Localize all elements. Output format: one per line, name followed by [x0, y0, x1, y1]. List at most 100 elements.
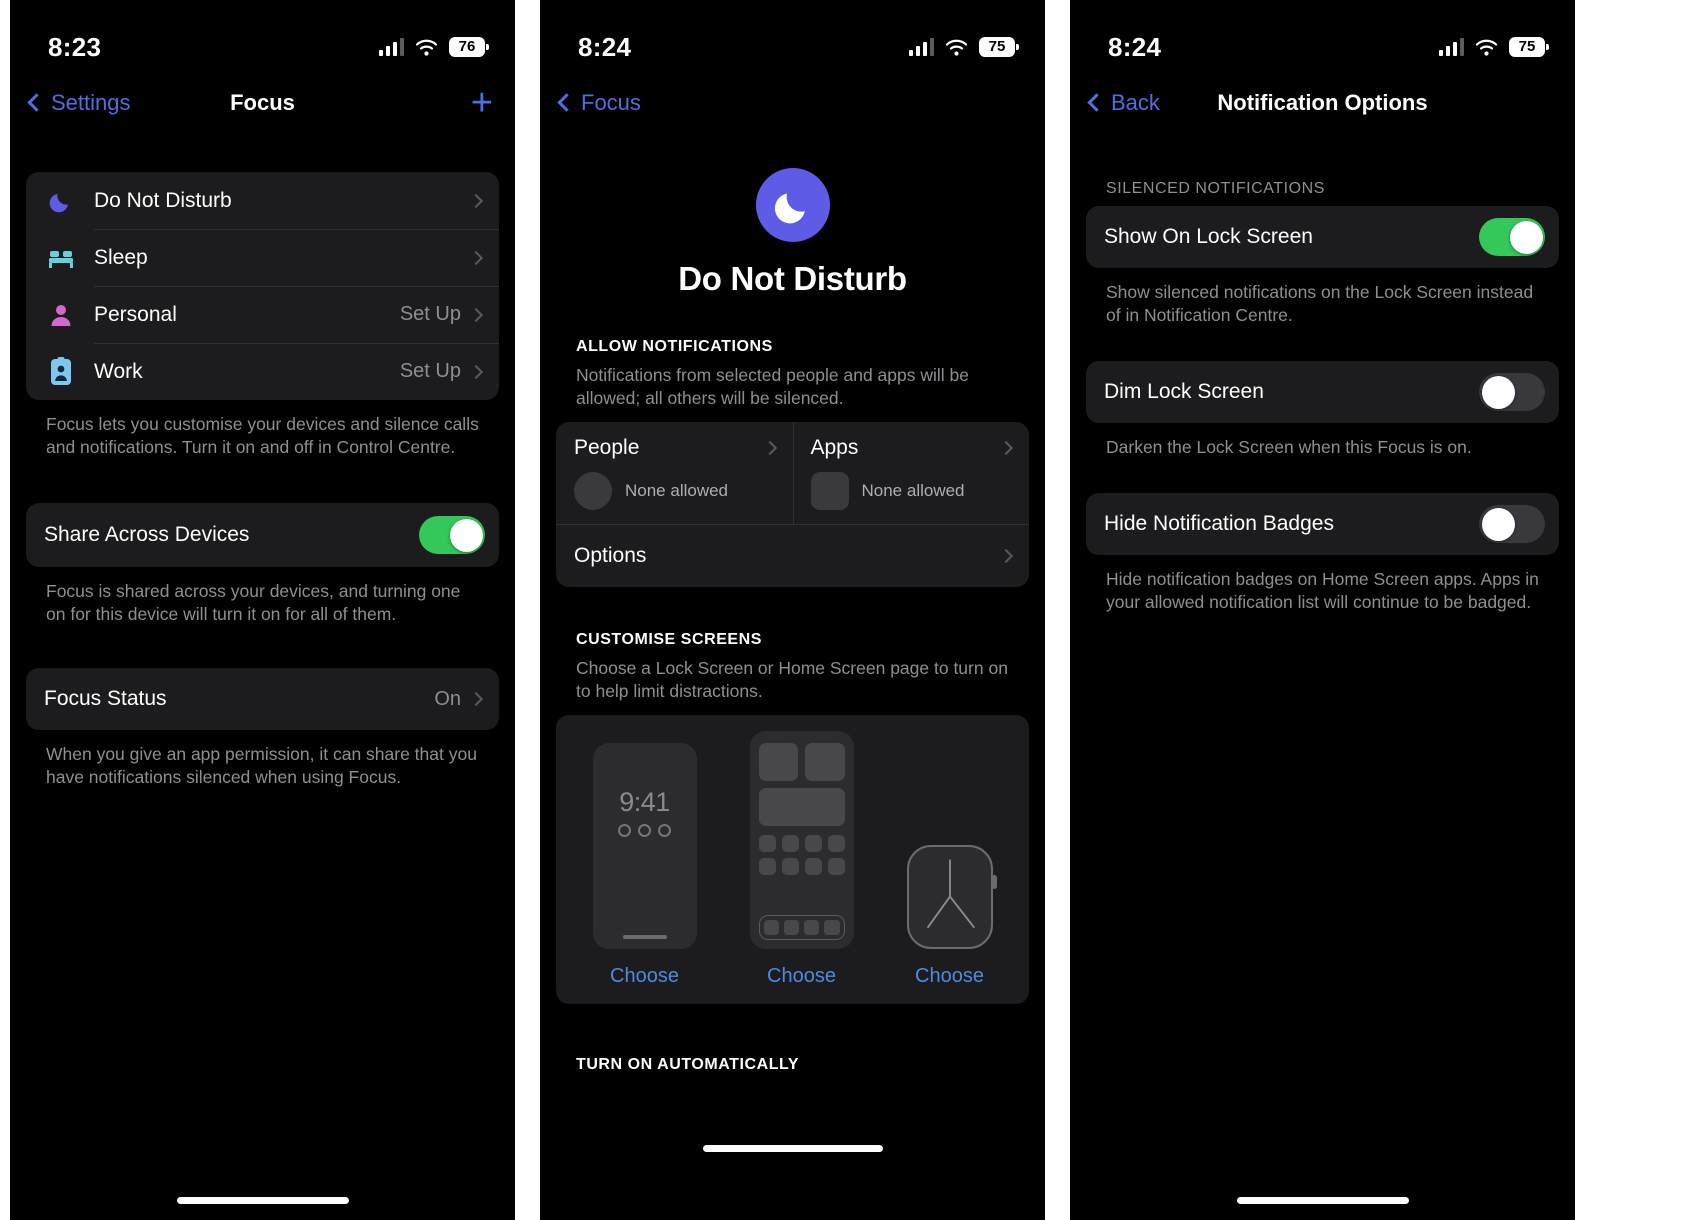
- home-app-grid-icon: [758, 835, 845, 876]
- focus-status-value: On: [434, 687, 461, 710]
- list-item-value: Set Up: [399, 360, 461, 382]
- chevron-right-icon: [468, 364, 484, 379]
- list-item-label: Sleep: [94, 245, 148, 269]
- row-dim-lock-screen[interactable]: Dim Lock Screen: [1086, 361, 1559, 423]
- chevron-right-icon: [998, 441, 1014, 456]
- row-label: Show On Lock Screen: [1104, 225, 1313, 248]
- status-indicators: 75: [1438, 37, 1545, 57]
- chevron-left-icon: [1087, 93, 1106, 112]
- back-button-settings[interactable]: Settings: [27, 90, 131, 116]
- moon-icon: [44, 184, 78, 218]
- choose-watch-face-label[interactable]: Choose: [915, 965, 984, 988]
- status-time: 8:23: [48, 31, 102, 62]
- chevron-right-icon: [998, 549, 1014, 564]
- status-indicators: 76: [378, 37, 485, 57]
- nav-bar: Back Notification Options: [1070, 72, 1575, 134]
- dim-lock-screen-footnote: Darken the Lock Screen when this Focus i…: [1106, 437, 1472, 458]
- people-title: People: [574, 436, 640, 460]
- customise-screens-subtext: Choose a Lock Screen or Home Screen page…: [576, 658, 1008, 702]
- group-hide-notification-badges: Hide Notification Badges: [1086, 493, 1559, 556]
- row-label: Hide Notification Badges: [1104, 512, 1334, 536]
- clock-hands-icon: [926, 859, 975, 929]
- turn-on-automatically-heading: TURN ON AUTOMATICALLY: [576, 1056, 800, 1074]
- wifi-icon: [945, 39, 968, 56]
- back-button[interactable]: Back: [1087, 90, 1160, 116]
- focus-hero: Do Not Disturb: [540, 134, 1045, 298]
- list-item-personal[interactable]: Personal Set Up: [26, 286, 499, 343]
- chevron-right-icon: [468, 250, 484, 265]
- status-bar: 8:23 76: [10, 0, 515, 72]
- customise-screens-heading: CUSTOMISE SCREENS: [576, 631, 762, 649]
- cell-apps[interactable]: Apps None allowed: [792, 422, 1030, 525]
- row-share-across-devices[interactable]: Share Across Devices: [26, 503, 499, 567]
- hide-notification-badges-footnote: Hide notification badges on Home Screen …: [1106, 569, 1539, 613]
- phone-screen-notification-options: 8:24 75 Back Notification Options SILENC…: [1070, 0, 1575, 1220]
- add-focus-button[interactable]: +: [471, 84, 493, 122]
- status-time: 8:24: [578, 31, 632, 62]
- choose-home-screen[interactable]: Choose: [749, 731, 854, 988]
- chevron-right-icon: [762, 441, 777, 456]
- dim-lock-screen-toggle[interactable]: [1479, 373, 1545, 412]
- share-across-devices-toggle[interactable]: [419, 516, 485, 555]
- list-item-value: Set Up: [399, 303, 461, 325]
- list-item-do-not-disturb[interactable]: Do Not Disturb: [26, 172, 499, 229]
- chevron-right-icon: [468, 692, 484, 707]
- id-badge-icon: [44, 355, 78, 389]
- choose-home-screen-label[interactable]: Choose: [767, 965, 836, 988]
- hide-notification-badges-toggle[interactable]: [1479, 505, 1545, 544]
- status-time: 8:24: [1108, 31, 1162, 62]
- choose-lock-screen[interactable]: 9:41 Choose: [592, 743, 697, 988]
- lock-screen-thumbnail: 9:41: [592, 743, 697, 950]
- chevron-right-icon: [468, 193, 484, 208]
- focus-content: Do Not Disturb Sleep Personal Set Up Wor…: [10, 172, 515, 790]
- chevron-left-icon: [27, 93, 46, 112]
- home-wide-widget-icon: [758, 788, 845, 827]
- people-value: None allowed: [625, 481, 729, 501]
- cellular-bars-icon: [1438, 38, 1464, 56]
- row-options[interactable]: Options: [556, 525, 1029, 587]
- home-indicator: [1236, 1197, 1409, 1204]
- apps-title: Apps: [810, 436, 859, 460]
- show-on-lock-screen-toggle[interactable]: [1479, 218, 1545, 256]
- allow-notifications-heading: ALLOW NOTIFICATIONS: [576, 338, 773, 355]
- battery-icon: 75: [979, 37, 1015, 57]
- focus-status-footnote: When you give an app permission, it can …: [46, 744, 477, 788]
- phone-screen-do-not-disturb: 8:24 75 Focus Do Not Disturb ALLOW NOTIF: [540, 0, 1045, 1220]
- bed-icon: [44, 241, 78, 275]
- home-screen-thumbnail: [749, 731, 854, 950]
- list-item-sleep[interactable]: Sleep: [26, 229, 499, 286]
- moon-icon: [755, 168, 830, 242]
- row-focus-status[interactable]: Focus Status On: [26, 668, 499, 730]
- home-widgets-icon: [758, 743, 845, 782]
- share-across-devices-label: Share Across Devices: [44, 523, 250, 547]
- list-item-label: Do Not Disturb: [94, 188, 232, 212]
- choose-lock-screen-label[interactable]: Choose: [610, 965, 679, 988]
- choose-watch-face[interactable]: Choose: [906, 845, 997, 988]
- nav-bar: Focus: [540, 72, 1045, 134]
- list-item-work[interactable]: Work Set Up: [26, 343, 499, 400]
- focus-list-footnote: Focus lets you customise your devices an…: [46, 414, 479, 458]
- cellular-bars-icon: [908, 38, 934, 56]
- focus-list-group: Do Not Disturb Sleep Personal Set Up Wor…: [26, 172, 499, 400]
- watch-face-thumbnail: [906, 845, 997, 950]
- list-item-label: Work: [94, 359, 143, 383]
- phone-screen-focus-list: 8:23 76 Settings Focus + Do Not Disturb …: [10, 0, 515, 1220]
- cell-people[interactable]: People None allowed: [556, 422, 793, 524]
- dnd-content: ALLOW NOTIFICATIONS Notifications from s…: [540, 338, 1045, 1082]
- lock-screen-widgets-icon: [618, 824, 671, 838]
- battery-icon: 75: [1509, 37, 1545, 57]
- focus-name: Do Not Disturb: [678, 260, 907, 297]
- people-apps-split: People None allowed Apps None allowed: [556, 422, 1030, 525]
- options-label: Options: [574, 544, 647, 568]
- apps-value: None allowed: [861, 481, 965, 501]
- focus-status-group: Focus Status On: [26, 668, 499, 731]
- lock-screen-home-bar: [622, 935, 667, 940]
- row-hide-notification-badges[interactable]: Hide Notification Badges: [1086, 493, 1559, 555]
- person-icon: [44, 298, 78, 332]
- back-button-focus[interactable]: Focus: [557, 90, 641, 116]
- row-label: Dim Lock Screen: [1104, 380, 1264, 404]
- home-indicator: [702, 1145, 883, 1152]
- home-dock-icon: [758, 915, 845, 941]
- row-show-on-lock-screen[interactable]: Show On Lock Screen: [1086, 206, 1559, 268]
- back-button-label: Focus: [581, 90, 641, 115]
